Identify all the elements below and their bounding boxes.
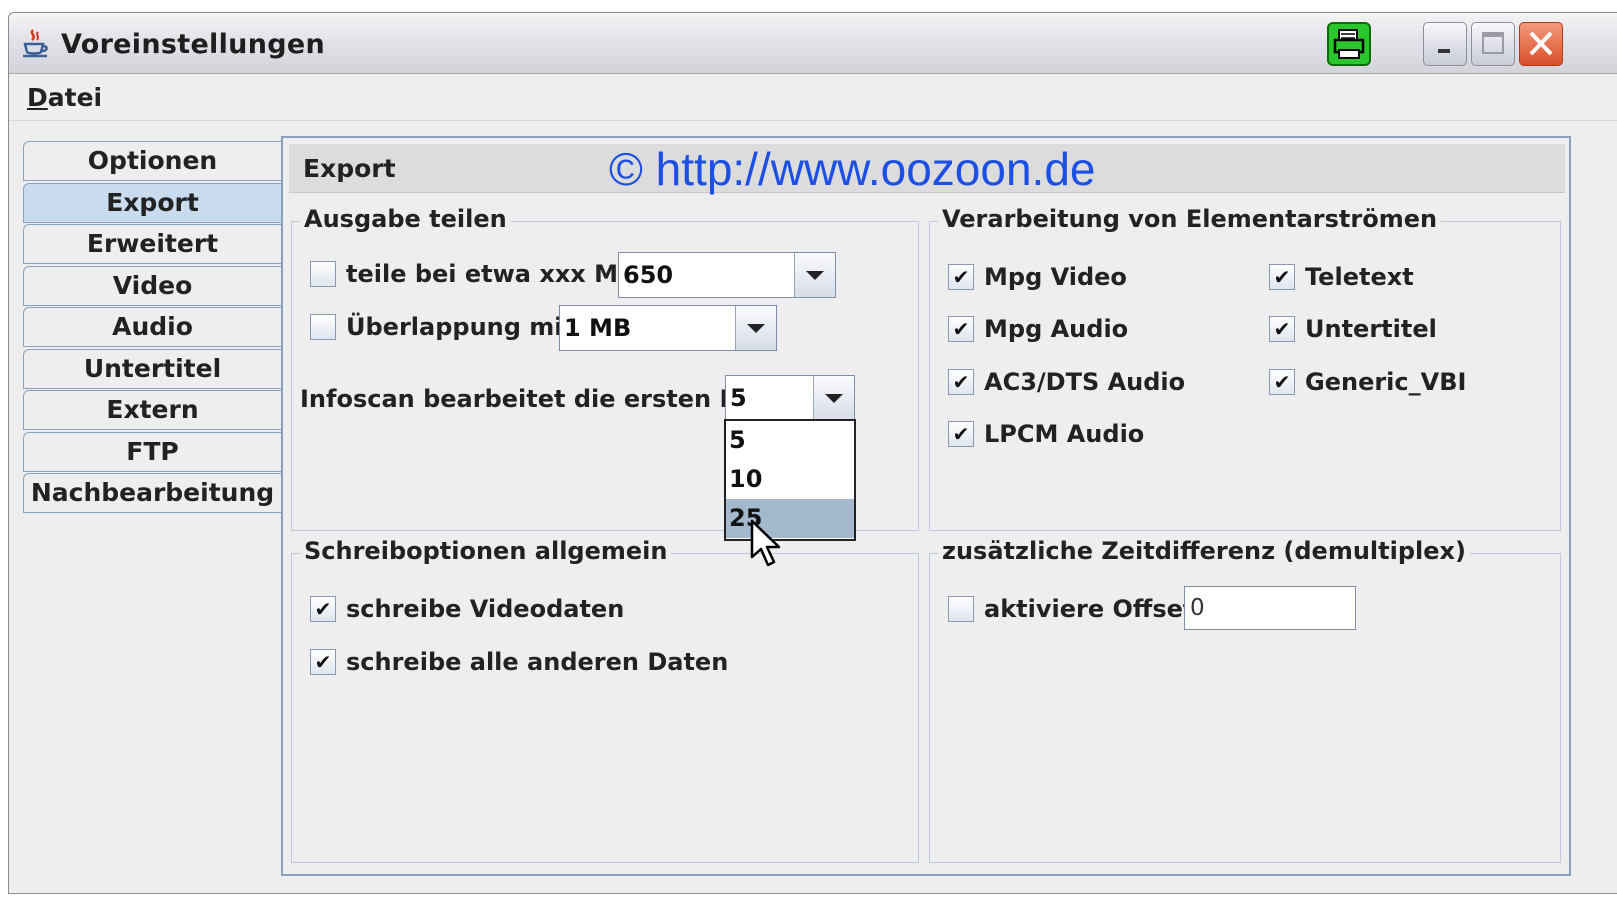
split-label: teile bei etwa xxx MB bbox=[346, 260, 637, 288]
offset-row: aktiviere Offset bbox=[948, 595, 1194, 623]
elem-item: ✔ Untertitel bbox=[1269, 315, 1437, 343]
tab-untertitel[interactable]: Untertitel bbox=[23, 349, 281, 389]
split-checkbox[interactable] bbox=[310, 261, 336, 287]
infoscan-value: 5 bbox=[730, 384, 747, 412]
menu-datei-mnemonic: D bbox=[27, 83, 48, 112]
tab-nachbearbeitung[interactable]: Nachbearbeitung bbox=[23, 473, 281, 513]
schreib-label: schreibe alle anderen Daten bbox=[346, 648, 729, 676]
minimize-button[interactable] bbox=[1423, 22, 1467, 66]
group-title: zusätzliche Zeitdifferenz (demultiplex) bbox=[938, 537, 1470, 565]
elem-label: Generic_VBI bbox=[1305, 368, 1467, 396]
tab-video[interactable]: Video bbox=[23, 266, 281, 306]
infoscan-dropdown-list[interactable]: 5 10 25 bbox=[724, 419, 856, 541]
printer-icon bbox=[1333, 29, 1365, 59]
chevron-down-icon[interactable] bbox=[794, 253, 835, 297]
tab-label: Video bbox=[112, 271, 193, 300]
elem-item: ✔ Mpg Video bbox=[948, 263, 1127, 291]
menu-datei[interactable]: Datei bbox=[27, 83, 102, 112]
export-panel: Export © http://www.oozoon.de Ausgabe te… bbox=[281, 136, 1571, 876]
tab-label: Audio bbox=[112, 312, 193, 341]
ac3-dts-audio-checkbox[interactable]: ✔ bbox=[948, 369, 974, 395]
elem-item: ✔ AC3/DTS Audio bbox=[948, 368, 1185, 396]
dropdown-option-10[interactable]: 10 bbox=[726, 460, 854, 499]
infoscan-row: Infoscan bearbeitet die ersten MB: bbox=[300, 385, 771, 413]
group-title: Verarbeitung von Elementarströmen bbox=[938, 205, 1442, 233]
elem-label: AC3/DTS Audio bbox=[984, 368, 1186, 396]
dropdown-option-5[interactable]: 5 bbox=[726, 421, 854, 460]
tab-label: Optionen bbox=[87, 146, 218, 175]
dropdown-option-25[interactable]: 25 bbox=[726, 499, 854, 538]
schreib-item: ✔ schreibe alle anderen Daten bbox=[310, 648, 728, 676]
group-elementarstroeme: Verarbeitung von Elementarströmen ✔ Mpg … bbox=[929, 205, 1561, 531]
panel-header: Export © http://www.oozoon.de bbox=[289, 143, 1565, 195]
print-button[interactable] bbox=[1327, 22, 1371, 66]
infoscan-label: Infoscan bearbeitet die ersten MB: bbox=[300, 385, 772, 413]
split-size-combo[interactable]: 650 bbox=[618, 252, 836, 298]
tab-label: Extern bbox=[106, 395, 199, 424]
elem-item: ✔ Teletext bbox=[1269, 263, 1414, 291]
tab-optionen[interactable]: Optionen bbox=[23, 141, 281, 181]
offset-label: aktiviere Offset bbox=[984, 595, 1195, 623]
schreibe-andere-daten-checkbox[interactable]: ✔ bbox=[310, 649, 336, 675]
tab-label: Untertitel bbox=[83, 354, 222, 383]
tab-extern[interactable]: Extern bbox=[23, 390, 281, 430]
tab-label: Nachbearbeitung bbox=[30, 478, 275, 507]
preferences-window: Voreinstellungen Datei Optionen Export E… bbox=[8, 12, 1617, 894]
overlap-label: Überlappung mit bbox=[346, 313, 574, 341]
maximize-icon bbox=[1482, 32, 1504, 54]
elem-label: LPCM Audio bbox=[984, 420, 1145, 448]
elem-item: ✔ Mpg Audio bbox=[948, 315, 1128, 343]
elem-label: Teletext bbox=[1305, 263, 1414, 291]
java-cup-icon bbox=[23, 29, 48, 58]
untertitel-checkbox[interactable]: ✔ bbox=[1269, 316, 1295, 342]
maximize-button[interactable] bbox=[1471, 22, 1515, 66]
mpg-audio-checkbox[interactable]: ✔ bbox=[948, 316, 974, 342]
window-title: Voreinstellungen bbox=[61, 29, 325, 60]
chevron-down-icon[interactable] bbox=[735, 306, 776, 350]
split-size-value: 650 bbox=[623, 261, 674, 289]
watermark: © http://www.oozoon.de bbox=[609, 143, 1096, 195]
lpcm-audio-checkbox[interactable]: ✔ bbox=[948, 421, 974, 447]
elem-item: ✔ LPCM Audio bbox=[948, 420, 1144, 448]
split-row: teile bei etwa xxx MB bbox=[310, 260, 636, 288]
menu-datei-label: atei bbox=[47, 83, 103, 112]
overlap-value: 1 MB bbox=[564, 314, 632, 342]
offset-input[interactable]: 0 bbox=[1184, 586, 1356, 630]
overlap-row: Überlappung mit bbox=[310, 313, 574, 341]
close-icon bbox=[1529, 31, 1553, 56]
generic-vbi-checkbox[interactable]: ✔ bbox=[1269, 369, 1295, 395]
elem-label: Untertitel bbox=[1305, 315, 1437, 343]
mpg-video-checkbox[interactable]: ✔ bbox=[948, 264, 974, 290]
elem-item: ✔ Generic_VBI bbox=[1269, 368, 1466, 396]
schreib-item: ✔ schreibe Videodaten bbox=[310, 595, 624, 623]
group-zeitdifferenz: zusätzliche Zeitdifferenz (demultiplex) … bbox=[929, 537, 1561, 863]
overlap-combo[interactable]: 1 MB bbox=[559, 305, 777, 351]
group-schreiboptionen: Schreiboptionen allgemein ✔ schreibe Vid… bbox=[291, 537, 919, 863]
tab-export[interactable]: Export bbox=[23, 183, 281, 223]
menu-bar: Datei bbox=[9, 74, 1617, 121]
panel-title: Export bbox=[303, 154, 396, 183]
tab-label: FTP bbox=[126, 437, 179, 466]
schreib-label: schreibe Videodaten bbox=[346, 595, 625, 623]
chevron-down-icon[interactable] bbox=[813, 376, 854, 420]
minimize-icon bbox=[1438, 49, 1450, 53]
tab-ftp[interactable]: FTP bbox=[23, 432, 281, 472]
title-bar[interactable]: Voreinstellungen bbox=[9, 13, 1617, 74]
offset-checkbox[interactable] bbox=[948, 596, 974, 622]
schreibe-videodaten-checkbox[interactable]: ✔ bbox=[310, 596, 336, 622]
close-button[interactable] bbox=[1519, 22, 1563, 66]
group-title: Ausgabe teilen bbox=[300, 205, 511, 233]
tab-erweitert[interactable]: Erweitert bbox=[23, 224, 281, 264]
tab-audio[interactable]: Audio bbox=[23, 307, 281, 347]
teletext-checkbox[interactable]: ✔ bbox=[1269, 264, 1295, 290]
group-title: Schreiboptionen allgemein bbox=[300, 537, 672, 565]
overlap-checkbox[interactable] bbox=[310, 314, 336, 340]
tab-label: Export bbox=[106, 188, 199, 217]
mouse-pointer-icon bbox=[750, 519, 781, 567]
elem-label: Mpg Audio bbox=[984, 315, 1129, 343]
tab-label: Erweitert bbox=[86, 229, 219, 258]
infoscan-combo[interactable]: 5 bbox=[725, 375, 855, 421]
elem-label: Mpg Video bbox=[984, 263, 1127, 291]
